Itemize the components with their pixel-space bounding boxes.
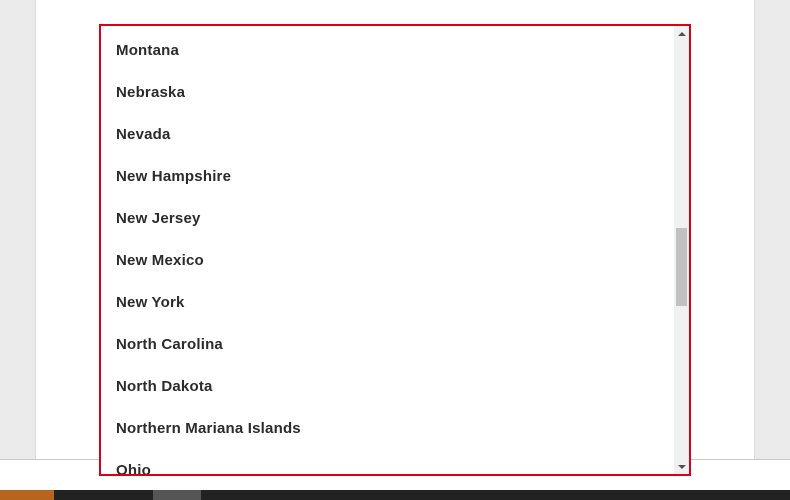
option-ohio[interactable]: Ohio [116,460,151,474]
scroll-down-button[interactable] [674,459,689,474]
triangle-up-icon [677,31,686,36]
option-montana[interactable]: Montana [116,40,179,62]
option-north-dakota[interactable]: North Dakota [116,376,213,398]
triangle-down-icon [677,464,686,469]
option-list: Montana Nebraska Nevada New Hampshire Ne… [101,26,674,474]
option-new-hampshire[interactable]: New Hampshire [116,166,231,188]
scrollbar-thumb[interactable] [676,228,687,306]
bottom-bar-tab [153,490,201,500]
option-nevada[interactable]: Nevada [116,124,171,146]
option-nebraska[interactable]: Nebraska [116,82,185,104]
option-northern-mariana-islands[interactable]: Northern Mariana Islands [116,418,301,440]
bottom-bar [0,490,790,500]
option-north-carolina[interactable]: North Carolina [116,334,223,356]
option-new-jersey[interactable]: New Jersey [116,208,201,230]
bottom-bar-accent [0,490,54,500]
vertical-scrollbar[interactable] [674,26,689,474]
option-new-mexico[interactable]: New Mexico [116,250,204,272]
state-dropdown-list[interactable]: Montana Nebraska Nevada New Hampshire Ne… [99,24,691,476]
scroll-up-button[interactable] [674,26,689,41]
option-new-york[interactable]: New York [116,292,185,314]
